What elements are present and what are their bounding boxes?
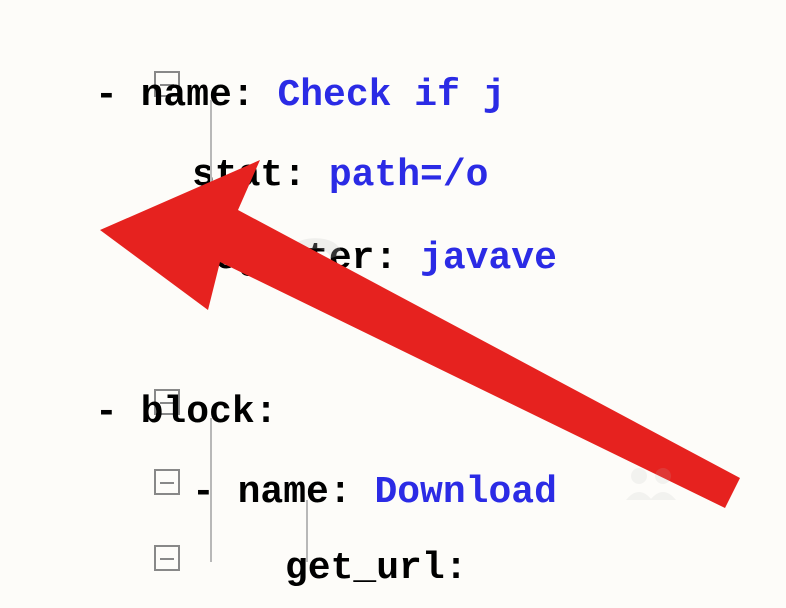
- yaml-colon: :: [329, 471, 375, 514]
- code-fragment-top: ---: [210, 0, 278, 15]
- code-line: - name: Check if j: [0, 55, 505, 135]
- yaml-dash: -: [95, 74, 141, 117]
- yaml-key: get_url: [285, 547, 445, 590]
- yaml-value: Download: [374, 471, 556, 514]
- code-line: register: javave: [0, 218, 557, 298]
- yaml-key: name: [141, 74, 232, 117]
- yaml-value: Check if j: [277, 74, 505, 117]
- code-line: - block:: [0, 372, 277, 452]
- indent-guide: [210, 418, 212, 562]
- code-line: get_url:: [0, 528, 467, 608]
- yaml-value: javave: [420, 237, 557, 280]
- people-badge-icon: [621, 462, 681, 502]
- yaml-key: name: [238, 471, 329, 514]
- yaml-value: path=/o: [329, 154, 489, 197]
- yaml-key: stat: [192, 154, 283, 197]
- yaml-key: block: [141, 391, 255, 434]
- code-line: - name: Download: [0, 452, 557, 532]
- yaml-colon: :: [374, 237, 420, 280]
- yaml-dash: -: [95, 391, 141, 434]
- yaml-colon: :: [445, 547, 468, 590]
- yaml-colon: :: [232, 74, 278, 117]
- yaml-colon: :: [255, 391, 278, 434]
- indent-guide: [306, 500, 308, 562]
- indent-guide: [210, 100, 212, 285]
- yaml-dash: -: [192, 471, 238, 514]
- yaml-colon: :: [283, 154, 329, 197]
- yaml-key: register: [192, 237, 374, 280]
- code-line: stat: path=/o: [0, 135, 488, 215]
